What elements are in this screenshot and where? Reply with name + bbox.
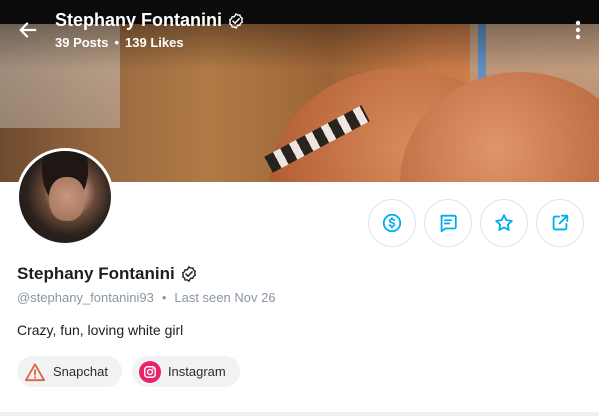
social-links: Snapchat Instagram bbox=[17, 356, 240, 387]
verified-icon bbox=[181, 265, 196, 283]
snapchat-link[interactable]: Snapchat bbox=[17, 356, 122, 387]
instagram-label: Instagram bbox=[167, 364, 226, 379]
warning-icon bbox=[24, 361, 46, 383]
profile-actions bbox=[368, 199, 584, 247]
avatar-image bbox=[19, 151, 111, 243]
star-icon bbox=[495, 214, 513, 231]
posts-count: 39 Posts bbox=[55, 35, 109, 50]
tip-button[interactable] bbox=[368, 199, 416, 247]
arrow-left-icon bbox=[19, 22, 37, 38]
profile-name-text: Stephany Fontanini bbox=[17, 264, 175, 283]
header-title: Stephany Fontanini bbox=[55, 10, 245, 31]
instagram-link[interactable]: Instagram bbox=[131, 356, 240, 387]
share-icon bbox=[552, 214, 569, 231]
last-seen: Last seen Nov 26 bbox=[174, 290, 276, 305]
likes-count: 139 Likes bbox=[125, 35, 184, 50]
header-name: Stephany Fontanini bbox=[55, 10, 223, 30]
profile-handle: @stephany_fontanini93 bbox=[17, 290, 154, 305]
more-vertical-icon bbox=[575, 20, 581, 40]
profile-meta: @stephany_fontanini93 • Last seen Nov 26 bbox=[17, 290, 276, 305]
profile-bio: Crazy, fun, loving white girl bbox=[17, 322, 184, 338]
header-stats: 39 Posts • 139 Likes bbox=[55, 35, 184, 50]
back-button[interactable] bbox=[16, 18, 40, 42]
message-button[interactable] bbox=[424, 199, 472, 247]
snapchat-label: Snapchat bbox=[53, 364, 108, 379]
meta-separator: • bbox=[161, 290, 167, 305]
more-options-button[interactable] bbox=[568, 18, 588, 42]
avatar[interactable] bbox=[16, 148, 114, 246]
share-button[interactable] bbox=[536, 199, 584, 247]
divider bbox=[0, 412, 599, 416]
stats-separator: • bbox=[114, 35, 120, 50]
message-icon bbox=[440, 214, 457, 233]
verified-icon bbox=[228, 12, 244, 29]
instagram-icon bbox=[138, 360, 161, 383]
profile-name: Stephany Fontanini bbox=[17, 264, 198, 284]
favorite-button[interactable] bbox=[480, 199, 528, 247]
dollar-icon bbox=[382, 213, 402, 233]
